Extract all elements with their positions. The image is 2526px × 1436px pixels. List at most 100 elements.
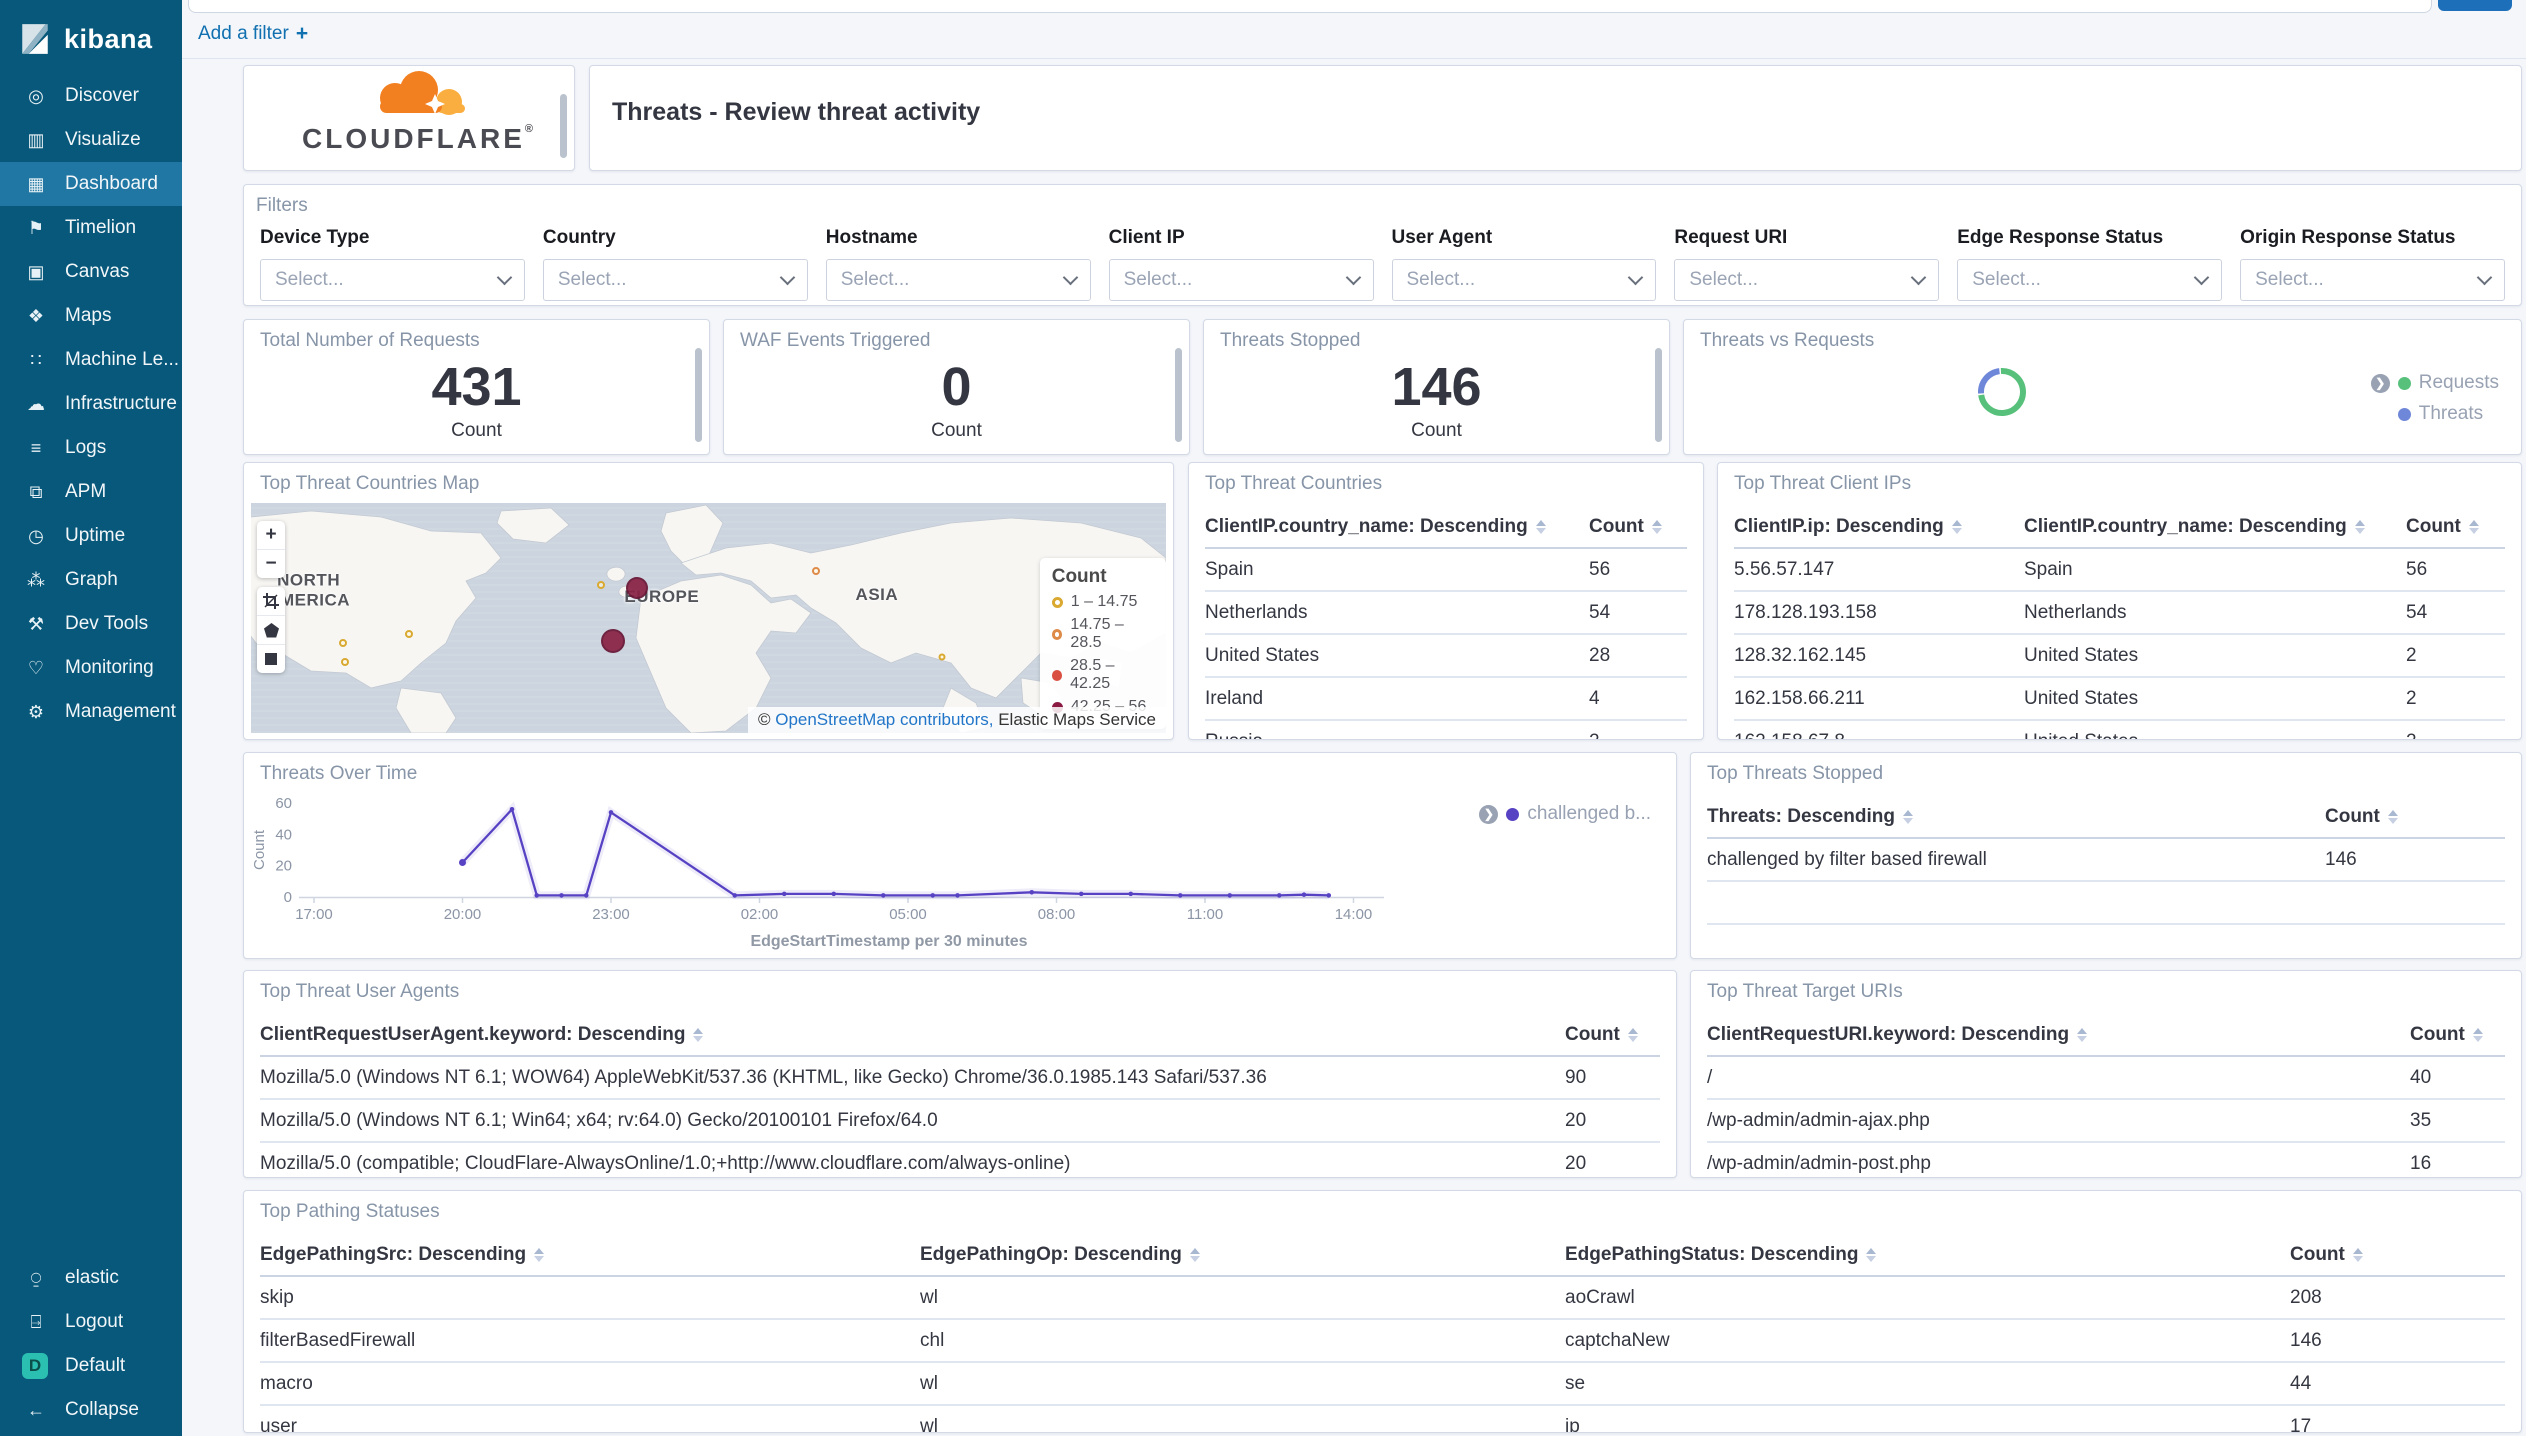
column-header[interactable]: Count [2290,1244,2505,1266]
map-marker-us-south-2[interactable] [341,657,350,666]
legend-item-challenged[interactable]: ❯ challenged b... [1479,803,1651,825]
map-marker-russia[interactable] [811,566,820,575]
filter-select[interactable]: Select... [1108,259,1374,301]
column-header[interactable]: Count [2325,806,2505,828]
region-label-europe: EUROPE [624,587,700,607]
legend-expand-icon[interactable]: ❯ [1479,804,1499,824]
sidebar-item-apm[interactable]: ⧉ APM [0,470,182,514]
sidebar-item-management[interactable]: ⚙ Management [0,690,182,734]
sort-icon[interactable] [1189,1247,1200,1262]
sidebar-item-infrastructure[interactable]: ☁ Infrastructure [0,382,182,426]
panel-scrollbar[interactable] [695,348,702,442]
sort-icon[interactable] [534,1247,545,1262]
sidebar-item-canvas[interactable]: ▣ Canvas [0,250,182,294]
sort-icon[interactable] [1627,1027,1638,1042]
sort-icon[interactable] [693,1027,704,1042]
threats-over-time-panel: Threats Over Time 17:00 20:00 23:00 02:00 05… [243,752,1677,959]
requests-dot-icon [2397,376,2411,390]
filter-select[interactable]: Select... [542,259,808,301]
sort-icon[interactable] [1535,519,1546,534]
sidebar-item-monitoring[interactable]: ♡ Monitoring [0,646,182,690]
sort-icon[interactable] [1866,1247,1877,1262]
sort-icon[interactable] [2352,1247,2363,1262]
table-row: filterBasedFirewall chl captchaNew 146 [260,1320,2505,1363]
map-marker-us-east[interactable] [405,630,414,639]
crop-tool-button[interactable] [257,587,285,616]
sidebar-item-graph[interactable]: ⁂ Graph [0,558,182,602]
column-header[interactable]: Count [2406,516,2505,538]
legend-label: Threats [2418,403,2484,424]
update-button-remnant[interactable] [2438,0,2512,11]
sidebar-item-machine-le[interactable]: ∷ Machine Le... [0,338,182,382]
sidebar-item-logs[interactable]: ≡ Logs [0,426,182,470]
sidebar-item-maps[interactable]: ❖ Maps [0,294,182,338]
sort-icon[interactable] [1951,519,1962,534]
sidebar-item-logout[interactable]: ⍈ Logout [0,1300,182,1344]
svg-text:02:00: 02:00 [741,906,779,923]
column-header[interactable]: Count [2410,1024,2505,1046]
map-marker-us-south-1[interactable] [339,639,348,648]
column-header[interactable]: EdgePathingSrc: Descending [260,1244,920,1266]
sidebar-item-timelion[interactable]: ⚑ Timelion [0,206,182,250]
map-marker-netherlands[interactable] [626,577,649,600]
sidebar-item-default[interactable]: D Default [0,1344,182,1388]
table-cell [1707,892,2325,914]
sidebar-item-dashboard[interactable]: ▦ Dashboard [0,162,182,206]
map-marker-united-kingdom[interactable] [597,580,606,589]
add-filter-button[interactable]: Add a filter + [198,22,308,46]
sidebar-item-elastic[interactable]: ⍜ elastic [0,1256,182,1300]
panel-scrollbar[interactable] [1655,348,1662,442]
panel-scrollbar[interactable] [1175,348,1182,442]
sort-icon[interactable] [2468,519,2479,534]
map-legend: Count 1 – 14.7514.75 – 28.528.5 – 42.254… [1039,558,1166,730]
sidebar-item-dev-tools[interactable]: ⚒ Dev Tools [0,602,182,646]
sidebar-item-uptime[interactable]: ◷ Uptime [0,514,182,558]
filter-select[interactable]: Select... [825,259,1091,301]
query-bar-remnant[interactable] [188,0,2432,13]
column-header[interactable]: Count [1565,1024,1660,1046]
column-header[interactable]: Count [1589,516,1687,538]
sidebar-item-label: Canvas [65,261,130,282]
dashboard-title: Threats - Review threat activity [612,98,981,126]
sort-icon[interactable] [2354,519,2365,534]
line-chart[interactable]: 17:00 20:00 23:00 02:00 05:00 08:00 11:00 14:00… [244,753,1676,958]
column-header[interactable]: ClientIP.country_name: Descending [2024,516,2406,538]
sort-icon[interactable] [2472,1027,2483,1042]
filter-select[interactable]: Select... [260,259,525,301]
panel-scrollbar[interactable] [560,94,567,158]
filter-select[interactable]: Select... [1957,259,2223,301]
osm-link[interactable]: OpenStreetMap contributors, [775,710,993,729]
sidebar-item-visualize[interactable]: ▥ Visualize [0,118,182,162]
column-header[interactable]: EdgePathingStatus: Descending [1565,1244,2290,1266]
world-map[interactable]: NORTH AMERICA EUROPE ASIA + − Count 1 – … [251,503,1166,733]
map-marker-china[interactable] [938,653,946,661]
kibana-brand[interactable]: kibana [0,0,182,74]
legend-expand-icon[interactable]: ❯ [2370,373,2390,393]
filter-select[interactable]: Select... [1391,259,1657,301]
table-row: challenged by filter based firewall 146 [1707,839,2505,882]
column-header[interactable]: ClientIP.country_name: Descending [1205,516,1589,538]
column-header[interactable]: Threats: Descending [1707,806,2325,828]
filter-select[interactable]: Select... [1674,259,1940,301]
sort-icon[interactable] [2077,1027,2088,1042]
sidebar-item-discover[interactable]: ◎ Discover [0,74,182,118]
column-header[interactable]: ClientIP.ip: Descending [1734,516,2024,538]
table-cell [2325,892,2505,914]
column-header[interactable]: ClientRequestURI.keyword: Descending [1707,1024,2410,1046]
legend-item-threats[interactable]: Threats [2397,403,2484,425]
zoom-out-button[interactable]: − [257,550,285,578]
rectangle-tool-button[interactable] [257,645,285,673]
column-header[interactable]: EdgePathingOp: Descending [920,1244,1565,1266]
column-header[interactable]: ClientRequestUserAgent.keyword: Descendi… [260,1024,1565,1046]
sidebar-item-collapse[interactable]: ← Collapse [0,1388,182,1432]
sort-icon[interactable] [2387,809,2398,824]
map-marker-spain[interactable] [601,629,626,653]
zoom-in-button[interactable]: + [257,521,285,550]
panel-title: Total Number of Requests [260,330,480,351]
sort-icon[interactable] [1651,519,1662,534]
sort-icon[interactable] [1902,809,1913,824]
legend-item-requests[interactable]: ❯ Requests [2370,372,2499,394]
top-threat-countries-table: ClientIP.country_name: Descending Count Sp… [1205,507,1687,739]
filter-select[interactable]: Select... [2240,259,2505,301]
polygon-tool-button[interactable] [257,616,285,645]
